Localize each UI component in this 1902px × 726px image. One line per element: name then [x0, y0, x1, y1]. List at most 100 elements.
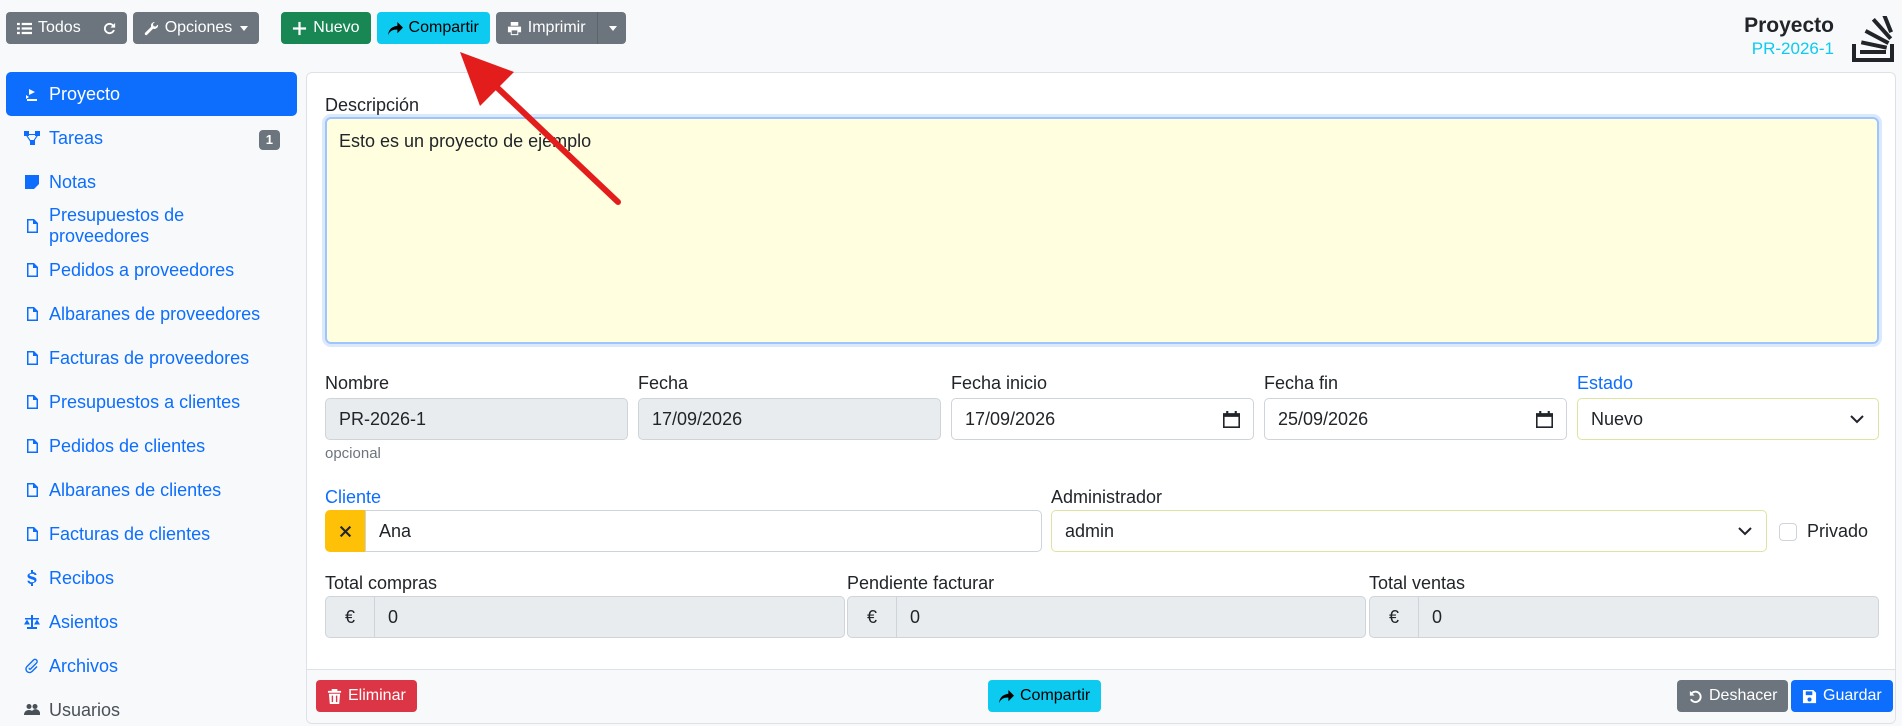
- sidebar-item-presupuestos-proveedores[interactable]: Presupuestos de proveedores: [6, 204, 297, 248]
- list-group: Todos: [6, 12, 127, 44]
- client-value: Ana: [379, 520, 412, 541]
- delete-button-label: Eliminar: [348, 687, 406, 704]
- undo-button[interactable]: Deshacer: [1677, 680, 1789, 712]
- page-code: PR-2026-1: [1751, 39, 1834, 58]
- chevron-down-icon: [608, 25, 617, 31]
- sidebar-item-albaranes-proveedores[interactable]: Albaranes de proveedores: [6, 292, 297, 336]
- sidebar-item-label: Proyecto: [49, 83, 121, 104]
- sidebar-item-asientos[interactable]: Asientos: [6, 600, 297, 644]
- undo-icon: [1689, 690, 1702, 703]
- pending-invoice-label: Pendiente facturar: [847, 573, 995, 593]
- tasks-icon: [23, 129, 41, 147]
- sidebar-item-label: Notas: [49, 171, 97, 192]
- start-date-input[interactable]: 17/09/2026: [951, 398, 1254, 440]
- client-input[interactable]: Ana: [365, 510, 1042, 552]
- project-icon: [23, 85, 41, 103]
- sidebar-item-label: Pedidos de clientes: [49, 435, 206, 456]
- all-button[interactable]: Todos: [6, 12, 92, 44]
- calendar-icon[interactable]: [1223, 410, 1240, 428]
- name-label: Nombre: [325, 373, 390, 393]
- file-icon: [23, 217, 41, 235]
- delete-button[interactable]: Eliminar: [316, 680, 417, 712]
- share-icon: [387, 21, 403, 35]
- pending-invoice-value: 0: [910, 606, 921, 627]
- users-icon: [23, 701, 41, 719]
- undo-button-label: Deshacer: [1709, 687, 1778, 704]
- sidebar-item-pedidos-proveedores[interactable]: Pedidos a proveedores: [6, 248, 297, 292]
- trash-icon: [327, 688, 342, 704]
- admin-select[interactable]: admin: [1051, 510, 1767, 552]
- list-icon: [17, 22, 32, 34]
- sidebar-item-presupuestos-clientes[interactable]: Presupuestos a clientes: [6, 380, 297, 424]
- dollar-icon: [23, 569, 41, 587]
- sidebar-item-usuarios[interactable]: Usuarios: [6, 688, 297, 726]
- date-value: 17/09/2026: [652, 408, 743, 429]
- sidebar-item-facturas-proveedores[interactable]: Facturas de proveedores: [6, 336, 297, 380]
- end-date-value: 25/09/2026: [1278, 408, 1369, 429]
- sidebar-item-label: Recibos: [49, 567, 115, 588]
- wrench-icon: [144, 21, 158, 35]
- close-icon: [339, 525, 352, 537]
- print-button[interactable]: Imprimir: [495, 12, 597, 44]
- sidebar: Proyecto Tareas 1 Notas Presupuestos de …: [6, 72, 297, 726]
- printer-icon: [507, 21, 521, 35]
- sidebar-item-label: Presupuestos a clientes: [49, 391, 241, 412]
- share-button[interactable]: Compartir: [376, 12, 490, 44]
- euro-icon: €: [1369, 596, 1419, 638]
- sidebar-item-facturas-clientes[interactable]: Facturas de clientes: [6, 512, 297, 556]
- sidebar-item-archivos[interactable]: Archivos: [6, 644, 297, 688]
- clear-client-button[interactable]: [325, 510, 366, 552]
- description-textarea[interactable]: Esto es un proyecto de ejemplo: [325, 117, 1879, 344]
- admin-value: admin: [1065, 520, 1115, 541]
- total-sales-label: Total ventas: [1369, 573, 1466, 593]
- balance-icon: [23, 613, 41, 631]
- footer-share-button[interactable]: Compartir: [988, 680, 1102, 712]
- share-button-label: Compartir: [408, 19, 479, 36]
- file-icon: [23, 525, 41, 543]
- calendar-icon[interactable]: [1536, 410, 1553, 428]
- status-select[interactable]: Nuevo: [1577, 398, 1879, 440]
- tasks-count-badge: 1: [258, 130, 280, 150]
- status-label[interactable]: Estado: [1577, 373, 1633, 394]
- save-button[interactable]: Guardar: [1791, 680, 1893, 712]
- chevron-down-icon: [1850, 415, 1864, 424]
- total-sales-input[interactable]: 0: [1418, 596, 1879, 638]
- total-purchases-label: Total compras: [325, 573, 438, 593]
- paperclip-icon: [23, 657, 41, 675]
- new-button[interactable]: Nuevo: [281, 12, 371, 44]
- total-purchases-input[interactable]: 0: [374, 596, 845, 638]
- all-button-label: Todos: [38, 19, 81, 36]
- print-group: Imprimir: [495, 12, 626, 44]
- sidebar-item-tareas[interactable]: Tareas 1: [6, 116, 297, 160]
- name-value: PR-2026-1: [339, 408, 427, 429]
- file-icon: [23, 481, 41, 499]
- sidebar-item-notas[interactable]: Notas: [6, 160, 297, 204]
- sidebar-item-label: Usuarios: [49, 699, 121, 720]
- toolbar: Todos Opciones Nuevo Compartir Imprimir: [6, 12, 626, 44]
- end-date-input[interactable]: 25/09/2026: [1264, 398, 1567, 440]
- sidebar-item-recibos[interactable]: Recibos: [6, 556, 297, 600]
- options-button-label: Opciones: [164, 19, 233, 36]
- date-input[interactable]: 17/09/2026: [638, 398, 941, 440]
- sidebar-item-label: Pedidos a proveedores: [49, 259, 235, 280]
- private-checkbox[interactable]: [1779, 523, 1797, 541]
- refresh-button[interactable]: [91, 12, 127, 44]
- name-input[interactable]: PR-2026-1: [325, 398, 628, 440]
- start-date-value: 17/09/2026: [965, 408, 1056, 429]
- client-label[interactable]: Cliente: [325, 487, 381, 508]
- sidebar-item-label: Archivos: [49, 655, 119, 676]
- page-title: Proyecto: [1744, 14, 1834, 37]
- file-icon: [23, 393, 41, 411]
- sidebar-item-albaranes-clientes[interactable]: Albaranes de clientes: [6, 468, 297, 512]
- end-date-label: Fecha fin: [1264, 373, 1339, 393]
- options-button[interactable]: Opciones: [132, 12, 260, 44]
- project-form-card: Descripción Esto es un proyecto de ejemp…: [306, 72, 1896, 724]
- total-purchases-value: 0: [388, 606, 399, 627]
- private-label[interactable]: Privado: [1807, 521, 1868, 542]
- file-icon: [23, 261, 41, 279]
- pending-invoice-input[interactable]: 0: [896, 596, 1366, 638]
- print-dropdown-toggle[interactable]: [596, 12, 626, 44]
- sidebar-item-proyecto[interactable]: Proyecto: [6, 72, 297, 116]
- sidebar-item-pedidos-clientes[interactable]: Pedidos de clientes: [6, 424, 297, 468]
- stack-logo-icon: [1852, 16, 1894, 62]
